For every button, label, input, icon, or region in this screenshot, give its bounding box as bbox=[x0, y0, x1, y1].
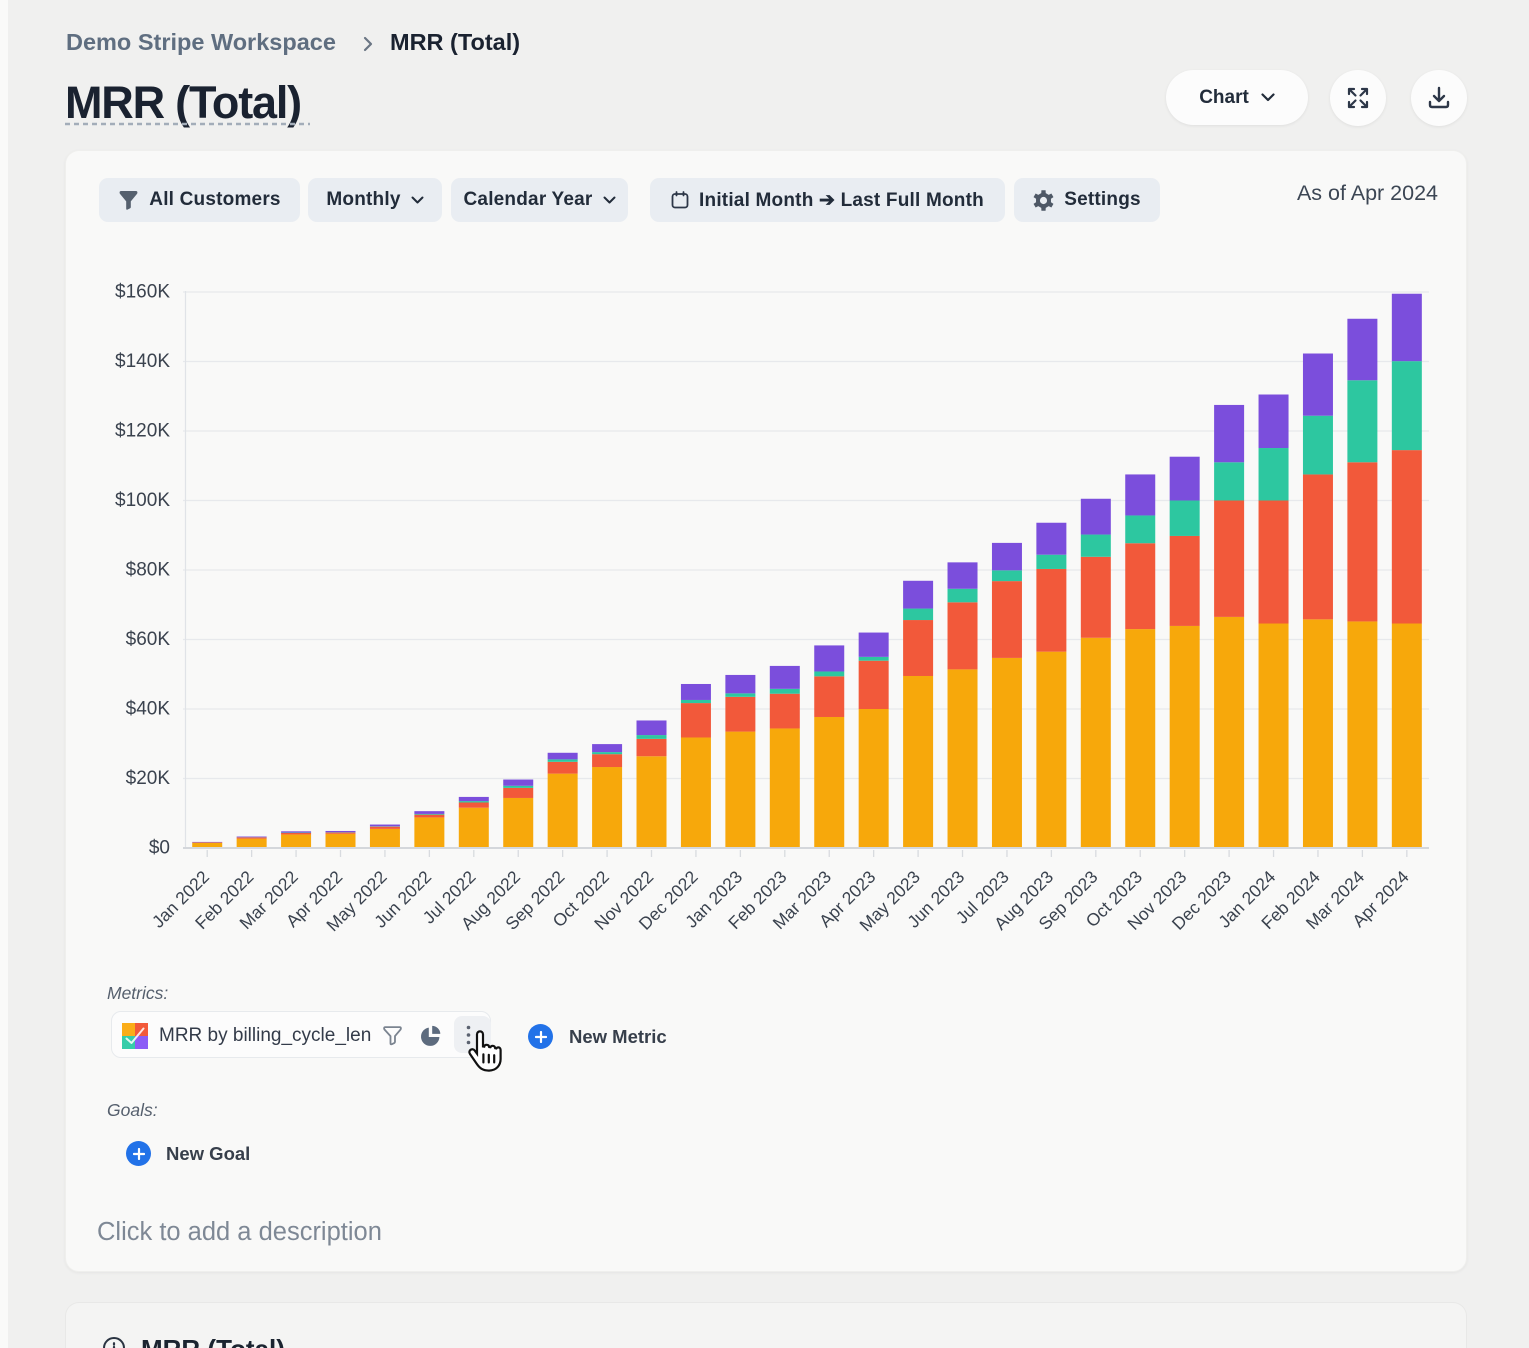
svg-text:$80K: $80K bbox=[126, 560, 171, 581]
svg-text:$140K: $140K bbox=[115, 351, 170, 372]
svg-text:$60K: $60K bbox=[126, 629, 171, 650]
svg-text:$160K: $160K bbox=[115, 282, 170, 303]
svg-text:$0: $0 bbox=[149, 838, 170, 859]
svg-text:$120K: $120K bbox=[115, 421, 170, 442]
svg-text:$20K: $20K bbox=[126, 768, 171, 789]
svg-text:$100K: $100K bbox=[115, 490, 170, 511]
svg-text:$40K: $40K bbox=[126, 699, 171, 720]
